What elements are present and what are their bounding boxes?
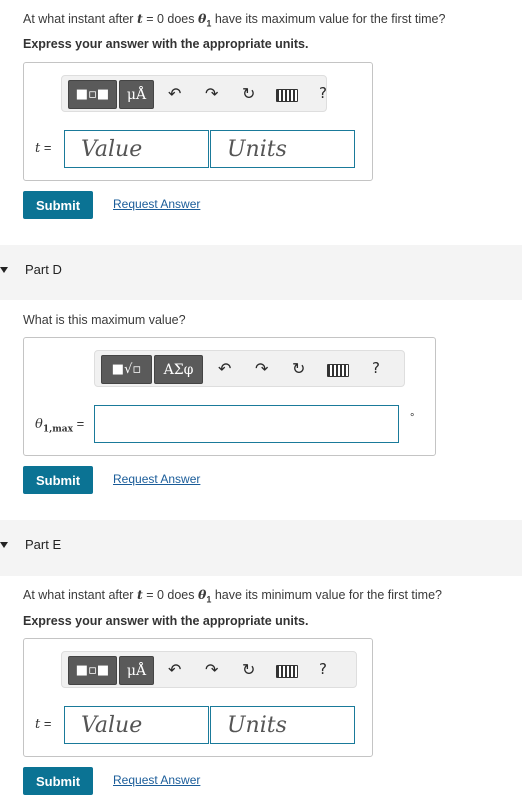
part-e-answer-box: ■▫■ μÅ ↶ ↷ ↻ ? t = Value Units bbox=[23, 638, 373, 757]
keyboard-icon[interactable] bbox=[276, 665, 298, 678]
collapse-triangle-icon bbox=[0, 542, 8, 548]
help-icon[interactable]: ? bbox=[372, 359, 380, 377]
part-e-value-input[interactable]: Value bbox=[64, 706, 209, 744]
part-c-var-label: t = bbox=[35, 140, 52, 156]
redo-icon[interactable]: ↷ bbox=[255, 359, 268, 378]
templates-icon: ■▫■ bbox=[75, 663, 110, 678]
part-d-question: What is this maximum value? bbox=[23, 313, 186, 327]
part-c-units-input[interactable]: Units bbox=[210, 130, 355, 168]
part-c-request-answer-link[interactable]: Request Answer bbox=[113, 197, 200, 211]
part-c-submit-button[interactable]: Submit bbox=[23, 191, 93, 219]
help-icon[interactable]: ? bbox=[319, 84, 327, 102]
part-d-title: Part D bbox=[25, 262, 62, 277]
part-d-request-answer-link[interactable]: Request Answer bbox=[113, 472, 200, 486]
units-icon: μÅ bbox=[126, 662, 147, 679]
undo-icon[interactable]: ↶ bbox=[168, 660, 181, 679]
templates-icon: ■▫■ bbox=[75, 87, 110, 102]
help-icon[interactable]: ? bbox=[319, 660, 327, 678]
part-e-question: At what instant after t = 0 does θ1 have… bbox=[23, 587, 442, 605]
reset-icon[interactable]: ↻ bbox=[292, 359, 305, 378]
math-templates-button[interactable]: ■√▫ bbox=[101, 355, 152, 384]
units-button[interactable]: μÅ bbox=[119, 656, 154, 685]
part-e-request-answer-link[interactable]: Request Answer bbox=[113, 773, 200, 787]
part-e-units-input[interactable]: Units bbox=[210, 706, 355, 744]
part-d-answer-box: ■√▫ ΑΣφ ↶ ↷ ↻ ? θ1,max = ° bbox=[23, 337, 436, 456]
redo-icon[interactable]: ↷ bbox=[205, 84, 218, 103]
part-c-instruction: Express your answer with the appropriate… bbox=[23, 37, 309, 51]
part-c-question: At what instant after t = 0 does θ1 have… bbox=[23, 11, 446, 29]
units-button[interactable]: μÅ bbox=[119, 80, 154, 109]
sqrt-template-icon: ■√▫ bbox=[111, 362, 142, 377]
part-c-toolbar: ■▫■ μÅ ↶ ↷ ↻ ? bbox=[61, 75, 327, 112]
reset-icon[interactable]: ↻ bbox=[242, 84, 255, 103]
units-icon: μÅ bbox=[126, 86, 147, 103]
part-d-toolbar: ■√▫ ΑΣφ ↶ ↷ ↻ ? bbox=[94, 350, 405, 387]
templates-button[interactable]: ■▫■ bbox=[68, 656, 117, 685]
undo-icon[interactable]: ↶ bbox=[218, 359, 231, 378]
part-d-var-label: θ1,max = bbox=[35, 416, 85, 435]
part-e-submit-button[interactable]: Submit bbox=[23, 767, 93, 795]
part-c-answer-box: ■▫■ μÅ ↶ ↷ ↻ ? t = Value Units bbox=[23, 62, 373, 181]
reset-icon[interactable]: ↻ bbox=[242, 660, 255, 679]
part-c-value-input[interactable]: Value bbox=[64, 130, 209, 168]
greek-symbols-button[interactable]: ΑΣφ bbox=[154, 355, 203, 384]
part-e-toolbar: ■▫■ μÅ ↶ ↷ ↻ ? bbox=[61, 651, 357, 688]
undo-icon[interactable]: ↶ bbox=[168, 84, 181, 103]
part-e-header[interactable]: Part E bbox=[0, 520, 522, 576]
part-d-header[interactable]: Part D bbox=[0, 245, 522, 300]
part-e-instruction: Express your answer with the appropriate… bbox=[23, 614, 309, 628]
degree-unit: ° bbox=[410, 412, 415, 424]
keyboard-icon[interactable] bbox=[276, 89, 298, 102]
collapse-triangle-icon bbox=[0, 267, 8, 273]
part-e-var-label: t = bbox=[35, 716, 52, 732]
templates-button[interactable]: ■▫■ bbox=[68, 80, 117, 109]
redo-icon[interactable]: ↷ bbox=[205, 660, 218, 679]
part-d-answer-input[interactable] bbox=[94, 405, 399, 443]
greek-icon: ΑΣφ bbox=[163, 361, 194, 378]
keyboard-icon[interactable] bbox=[327, 364, 349, 377]
part-e-title: Part E bbox=[25, 537, 62, 552]
part-d-submit-button[interactable]: Submit bbox=[23, 466, 93, 494]
